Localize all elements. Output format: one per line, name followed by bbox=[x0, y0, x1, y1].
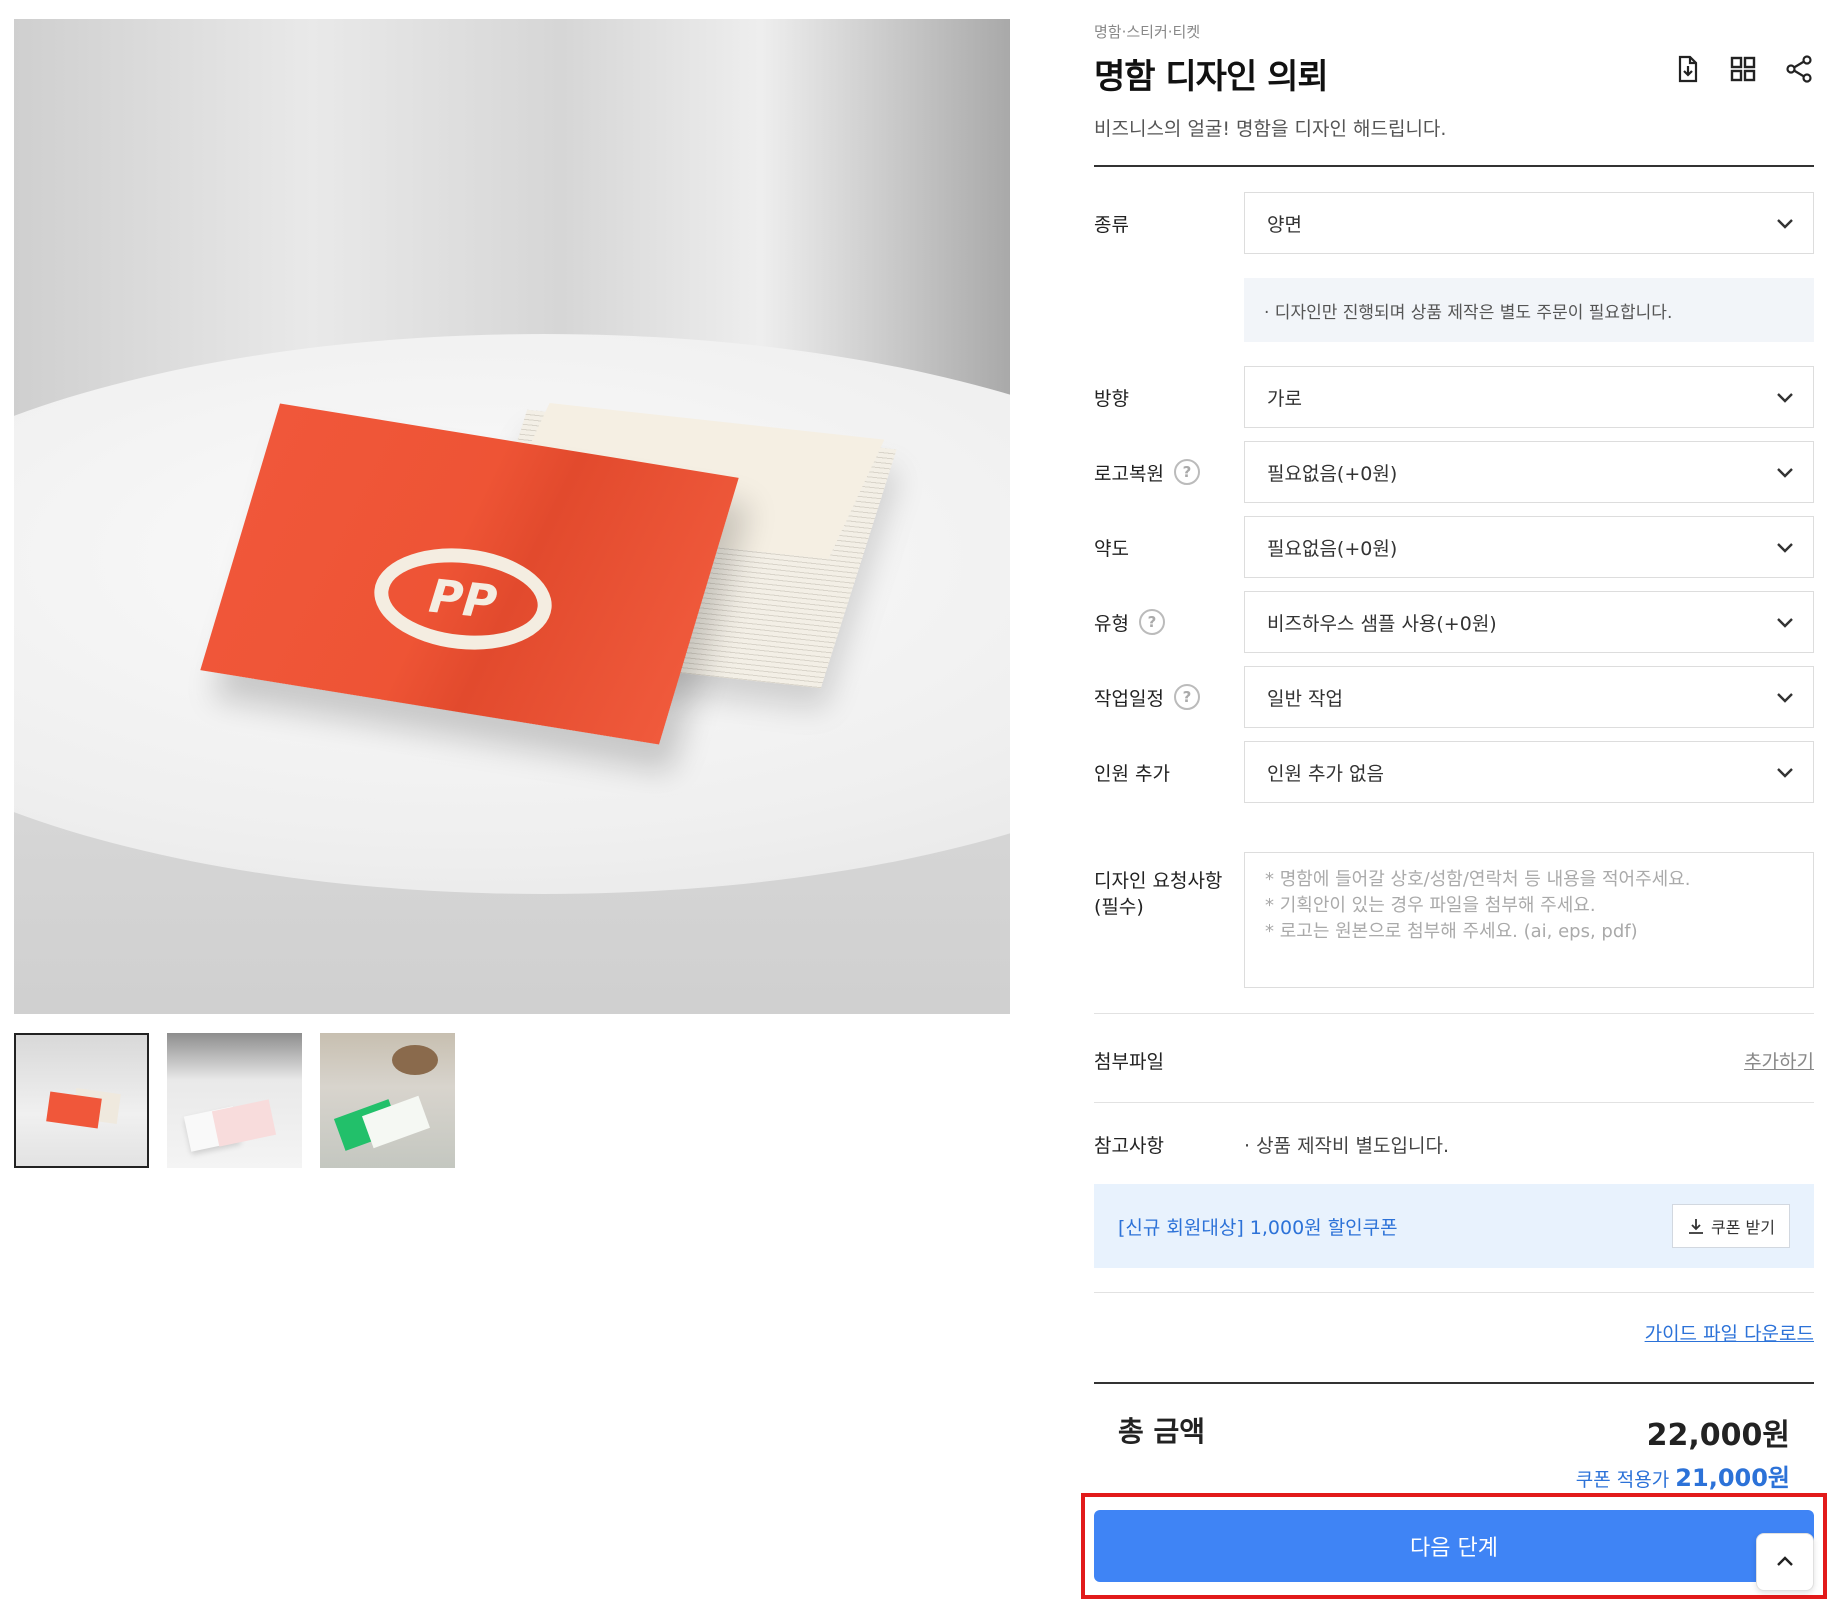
design-request-textarea[interactable]: * 명함에 들어갈 상호/성함/연락처 등 내용을 적어주세요. * 기획안이 … bbox=[1244, 852, 1814, 988]
select-style[interactable]: 비즈하우스 샘플 사용(+0원) bbox=[1244, 591, 1814, 653]
option-label-people: 인원 추가 bbox=[1094, 762, 1170, 785]
placeholder-line: * 명함에 들어갈 상호/성함/연락처 등 내용을 적어주세요. bbox=[1265, 869, 1691, 890]
thumbnail-3[interactable] bbox=[320, 1033, 455, 1168]
product-subtitle: 비즈니스의 얼굴! 명함을 디자인 해드립니다. bbox=[1094, 118, 1447, 140]
next-step-label: 다음 단계 bbox=[1410, 1536, 1498, 1561]
coupon-price: 쿠폰 적용가 21,000원 bbox=[1576, 1458, 1790, 1493]
breadcrumb-category[interactable]: 명함·스티커·티켓 bbox=[1094, 21, 1200, 42]
coupon-price-value: 21,000원 bbox=[1675, 1464, 1790, 1492]
select-logo-restore[interactable]: 필요없음(+0원) bbox=[1244, 441, 1814, 503]
thumbnail-1[interactable] bbox=[14, 1033, 149, 1168]
next-step-button[interactable]: 다음 단계 bbox=[1094, 1510, 1814, 1582]
reference-label: 참고사항 bbox=[1094, 1135, 1164, 1157]
chevron-down-icon bbox=[1777, 393, 1793, 403]
divider bbox=[1094, 1292, 1814, 1293]
download-icon[interactable] bbox=[1672, 54, 1702, 84]
attachment-label: 첨부파일 bbox=[1094, 1051, 1164, 1073]
chevron-down-icon bbox=[1777, 219, 1793, 229]
share-icon[interactable] bbox=[1784, 54, 1814, 84]
select-style-value: 비즈하우스 샘플 사용(+0원) bbox=[1267, 612, 1497, 635]
placeholder-line: * 로고는 원본으로 첨부해 주세요. (ai, eps, pdf) bbox=[1265, 921, 1638, 942]
select-people-value: 인원 추가 없음 bbox=[1267, 762, 1384, 785]
select-type-value: 양면 bbox=[1267, 213, 1302, 236]
select-schedule[interactable]: 일반 작업 bbox=[1244, 666, 1814, 728]
option-row-style: 유형 ? 비즈하우스 샘플 사용(+0원) bbox=[1094, 591, 1814, 653]
select-logo-restore-value: 필요없음(+0원) bbox=[1267, 462, 1398, 485]
product-main-image: PP bbox=[14, 19, 1010, 1014]
get-coupon-button[interactable]: 쿠폰 받기 bbox=[1672, 1204, 1790, 1248]
option-row-people: 인원 추가 인원 추가 없음 bbox=[1094, 741, 1814, 803]
total-label: 총 금액 bbox=[1118, 1415, 1206, 1448]
option-row-map: 약도 필요없음(+0원) bbox=[1094, 516, 1814, 578]
chevron-up-icon bbox=[1777, 1556, 1793, 1566]
grid-icon[interactable] bbox=[1728, 54, 1758, 84]
total-price: 22,000원 bbox=[1646, 1418, 1790, 1453]
placeholder-line: * 기획안이 있는 경우 파일을 첨부해 주세요. bbox=[1265, 895, 1596, 916]
select-map[interactable]: 필요없음(+0원) bbox=[1244, 516, 1814, 578]
type-note: · 디자인만 진행되며 상품 제작은 별도 주문이 필요합니다. bbox=[1244, 278, 1814, 342]
chevron-down-icon bbox=[1777, 768, 1793, 778]
option-row-logo-restore: 로고복원 ? 필요없음(+0원) bbox=[1094, 441, 1814, 503]
option-label-map: 약도 bbox=[1094, 537, 1129, 560]
chevron-down-icon bbox=[1777, 618, 1793, 628]
design-request-label: 디자인 요청사항 (필수) bbox=[1094, 870, 1223, 918]
reference-row: 참고사항 · 상품 제작비 별도입니다. bbox=[1094, 1103, 1814, 1183]
chevron-down-icon bbox=[1777, 693, 1793, 703]
select-map-value: 필요없음(+0원) bbox=[1267, 537, 1398, 560]
option-label-type: 종류 bbox=[1094, 213, 1129, 236]
chevron-down-icon bbox=[1777, 468, 1793, 478]
select-orientation[interactable]: 가로 bbox=[1244, 366, 1814, 428]
thumbnail-list bbox=[14, 1033, 455, 1168]
scroll-top-button[interactable] bbox=[1756, 1533, 1814, 1591]
chevron-down-icon bbox=[1777, 543, 1793, 553]
download-icon bbox=[1689, 1219, 1704, 1234]
option-label-schedule: 작업일정 bbox=[1094, 687, 1164, 710]
select-schedule-value: 일반 작업 bbox=[1267, 687, 1343, 710]
add-attachment-link[interactable]: 추가하기 bbox=[1744, 1047, 1814, 1074]
help-icon[interactable]: ? bbox=[1173, 459, 1200, 485]
get-coupon-label: 쿠폰 받기 bbox=[1711, 1218, 1775, 1237]
design-request-row: 디자인 요청사항 (필수) * 명함에 들어갈 상호/성함/연락처 등 내용을 … bbox=[1094, 852, 1814, 988]
coupon-text: [신규 회원대상] 1,000원 할인쿠폰 bbox=[1118, 1217, 1398, 1239]
title-actions bbox=[1672, 54, 1814, 84]
option-row-schedule: 작업일정 ? 일반 작업 bbox=[1094, 666, 1814, 728]
page-title: 명함 디자인 의뢰 bbox=[1094, 57, 1329, 97]
divider bbox=[1094, 1382, 1814, 1384]
coupon-price-label: 쿠폰 적용가 bbox=[1575, 1469, 1670, 1491]
option-row-orientation: 방향 가로 bbox=[1094, 366, 1814, 428]
select-orientation-value: 가로 bbox=[1267, 387, 1302, 410]
select-type[interactable]: 양면 bbox=[1244, 192, 1814, 254]
reference-text: · 상품 제작비 별도입니다. bbox=[1244, 1135, 1449, 1157]
option-row-type: 종류 양면 bbox=[1094, 192, 1814, 254]
divider bbox=[1094, 1013, 1814, 1014]
option-label-style: 유형 bbox=[1094, 612, 1129, 635]
guide-download-link[interactable]: 가이드 파일 다운로드 bbox=[1645, 1319, 1814, 1346]
thumbnail-2[interactable] bbox=[167, 1033, 302, 1168]
help-icon[interactable]: ? bbox=[1138, 609, 1165, 635]
option-label-orientation: 방향 bbox=[1094, 387, 1129, 410]
select-people[interactable]: 인원 추가 없음 bbox=[1244, 741, 1814, 803]
coupon-banner: [신규 회원대상] 1,000원 할인쿠폰 쿠폰 받기 bbox=[1094, 1184, 1814, 1268]
option-label-logo-restore: 로고복원 bbox=[1094, 462, 1164, 485]
divider bbox=[1094, 165, 1814, 167]
help-icon[interactable]: ? bbox=[1173, 684, 1200, 710]
attachment-row: 첨부파일 추가하기 bbox=[1094, 1015, 1814, 1105]
